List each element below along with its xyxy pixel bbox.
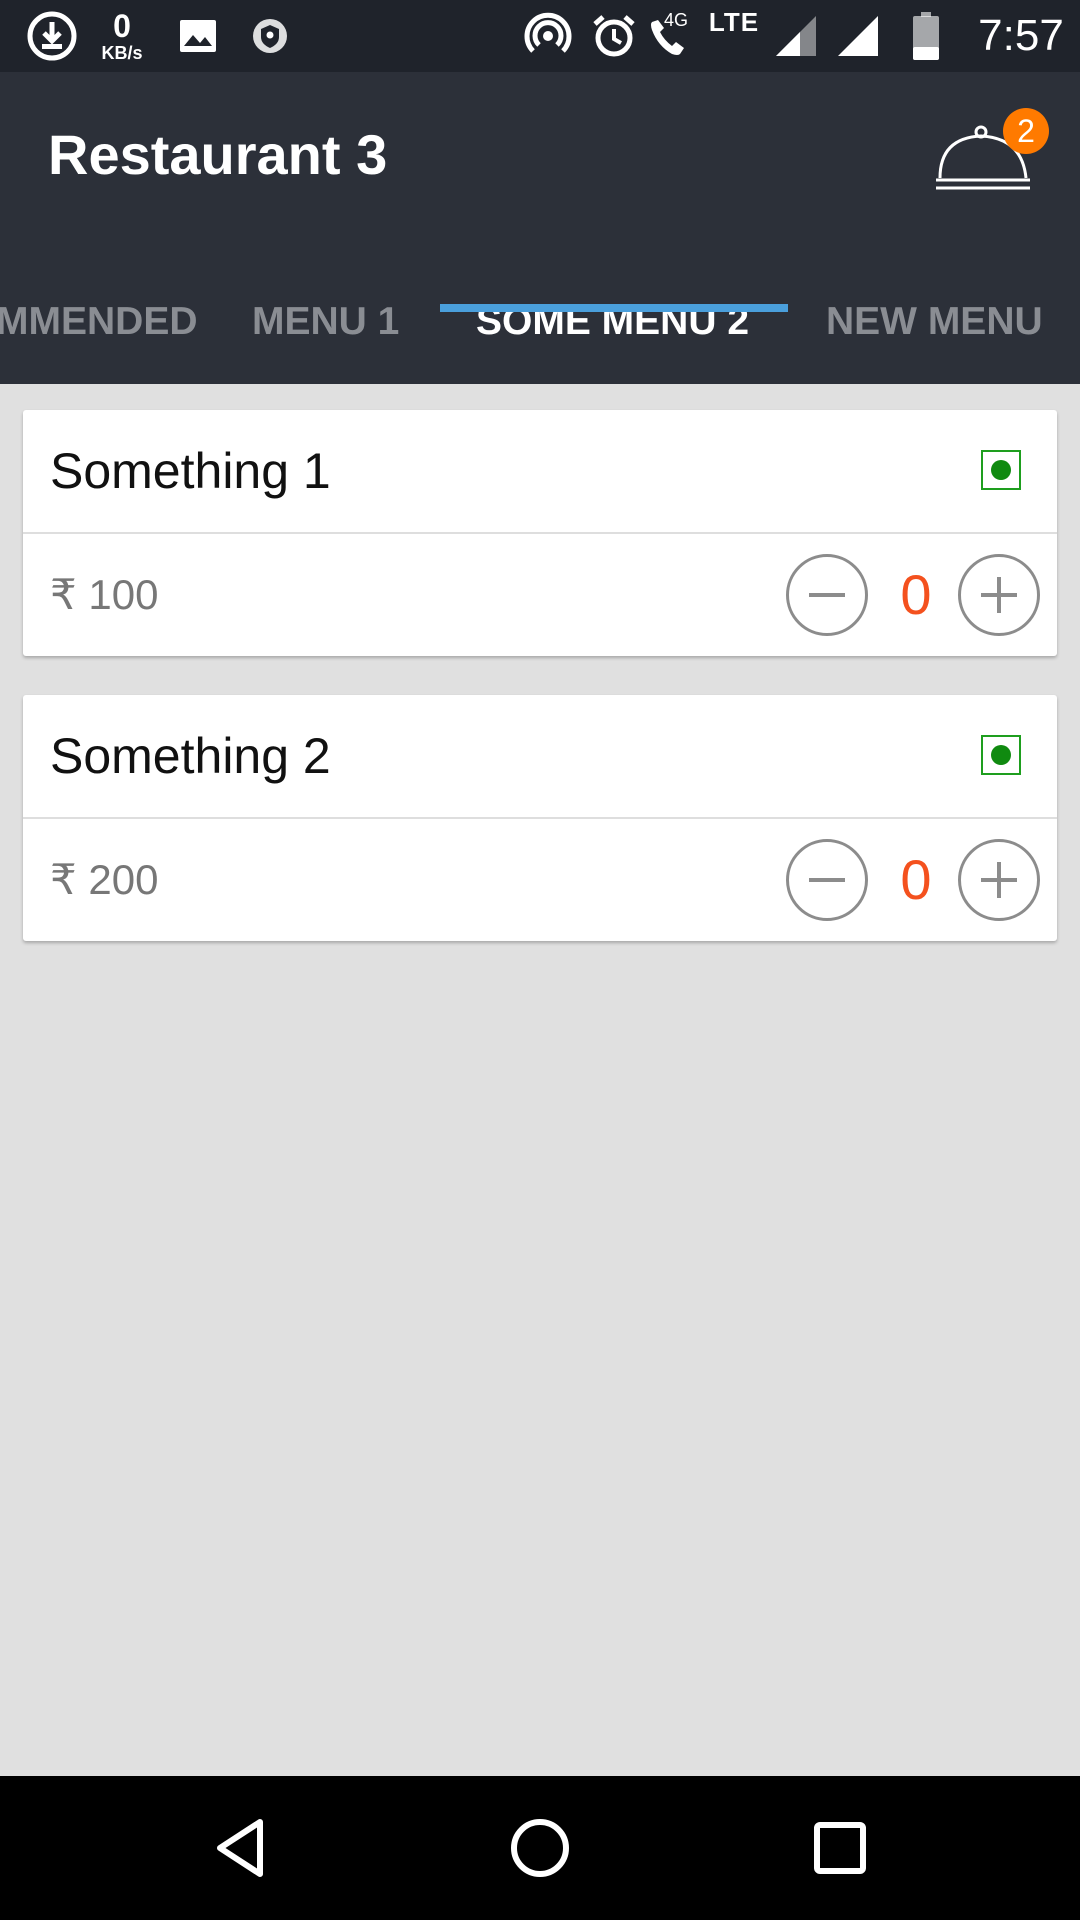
back-button[interactable]	[190, 1798, 290, 1898]
increase-quantity-button[interactable]	[958, 839, 1040, 921]
navigation-bar	[0, 1776, 1080, 1920]
item-name: Something 1	[50, 443, 331, 499]
back-icon	[217, 1819, 263, 1877]
decrease-quantity-button[interactable]	[786, 554, 868, 636]
menu-item-header: Something 1	[23, 410, 1057, 534]
clock: 7:57	[978, 11, 1064, 60]
net-speed: 0 KB/s	[92, 0, 152, 72]
item-quantity: 0	[900, 563, 932, 626]
image-icon	[176, 0, 220, 72]
item-price: ₹ 200	[50, 856, 159, 903]
increase-quantity-button[interactable]	[958, 554, 1040, 636]
veg-indicator-icon	[981, 735, 1021, 775]
cart-count-badge: 2	[1003, 108, 1049, 154]
decrease-quantity-button[interactable]	[786, 839, 868, 921]
battery-icon	[906, 0, 946, 72]
status-bar: 0 KB/s 4G LTE 7:57	[0, 0, 1080, 72]
menu-item-footer: ₹ 200 0	[23, 819, 1057, 941]
item-quantity: 0	[900, 848, 932, 911]
hotspot-icon	[520, 0, 576, 72]
menu-tabs: MMENDED MENU 1 SOME MENU 2 NEW MENU	[0, 260, 1080, 384]
net-speed-value: 0	[113, 8, 131, 44]
veg-indicator-icon	[981, 450, 1021, 490]
network-type: LTE	[708, 6, 760, 37]
recents-button[interactable]	[790, 1798, 890, 1898]
signal-icon	[772, 0, 820, 72]
recents-icon	[814, 1822, 866, 1874]
page-title: Restaurant 3	[48, 123, 388, 186]
home-button[interactable]	[490, 1798, 590, 1898]
tab-indicator	[440, 304, 788, 312]
app-bar: Restaurant 3 2 MMENDED MENU 1 SOME MENU …	[0, 72, 1080, 384]
menu-item-card: Something 2 ₹ 200 0	[23, 695, 1057, 941]
screen: 0 KB/s 4G LTE 7:57 Restaurant 3 2 MMENDE…	[0, 0, 1080, 1920]
home-icon	[511, 1819, 569, 1877]
cart-button[interactable]: 2	[930, 100, 1050, 210]
alarm-icon	[588, 0, 640, 72]
minus-icon	[809, 878, 845, 882]
tab-new-menu[interactable]: NEW MENU	[826, 260, 1043, 384]
volte-call-icon: 4G	[644, 0, 692, 72]
menu-item-card: Something 1 ₹ 100 0	[23, 410, 1057, 656]
net-speed-unit: KB/s	[101, 43, 143, 63]
tab-menu-1[interactable]: MENU 1	[252, 260, 399, 384]
call-network-label: 4G	[664, 10, 688, 30]
plus-icon	[981, 862, 1017, 898]
tab-some-menu-2[interactable]: SOME MENU 2	[476, 260, 749, 384]
item-name: Something 2	[50, 728, 331, 784]
tab-recommended[interactable]: MMENDED	[0, 260, 198, 384]
plus-icon	[981, 577, 1017, 613]
vpn-shield-icon	[248, 0, 292, 72]
download-icon	[24, 0, 80, 72]
signal-full-icon	[834, 0, 882, 72]
minus-icon	[809, 593, 845, 597]
item-price: ₹ 100	[50, 571, 159, 618]
menu-item-footer: ₹ 100 0	[23, 534, 1057, 656]
menu-item-header: Something 2	[23, 695, 1057, 819]
